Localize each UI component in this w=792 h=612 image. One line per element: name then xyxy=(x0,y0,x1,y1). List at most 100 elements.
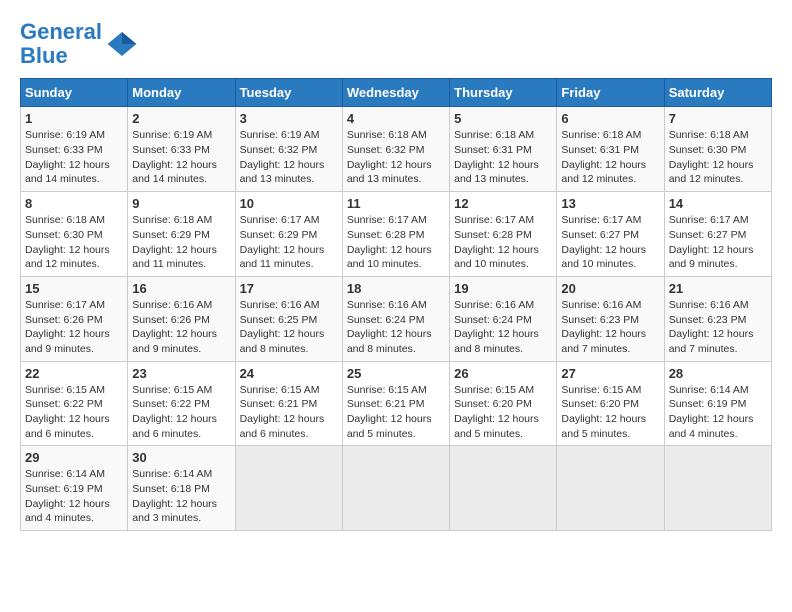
day-info: Sunrise: 6:16 AMSunset: 6:23 PMDaylight:… xyxy=(669,298,767,357)
day-number: 21 xyxy=(669,281,767,296)
column-header-sunday: Sunday xyxy=(21,79,128,107)
calendar-cell xyxy=(557,446,664,531)
calendar-cell: 30 Sunrise: 6:14 AMSunset: 6:18 PMDaylig… xyxy=(128,446,235,531)
logo-text: GeneralBlue xyxy=(20,20,102,68)
day-info: Sunrise: 6:15 AMSunset: 6:21 PMDaylight:… xyxy=(240,383,338,442)
calendar-cell: 10 Sunrise: 6:17 AMSunset: 6:29 PMDaylig… xyxy=(235,192,342,277)
calendar-cell: 15 Sunrise: 6:17 AMSunset: 6:26 PMDaylig… xyxy=(21,276,128,361)
day-number: 3 xyxy=(240,111,338,126)
day-info: Sunrise: 6:18 AMSunset: 6:30 PMDaylight:… xyxy=(25,213,123,272)
calendar-cell: 8 Sunrise: 6:18 AMSunset: 6:30 PMDayligh… xyxy=(21,192,128,277)
column-header-tuesday: Tuesday xyxy=(235,79,342,107)
calendar-cell: 27 Sunrise: 6:15 AMSunset: 6:20 PMDaylig… xyxy=(557,361,664,446)
calendar-cell: 3 Sunrise: 6:19 AMSunset: 6:32 PMDayligh… xyxy=(235,107,342,192)
calendar-header-row: SundayMondayTuesdayWednesdayThursdayFrid… xyxy=(21,79,772,107)
day-info: Sunrise: 6:17 AMSunset: 6:28 PMDaylight:… xyxy=(347,213,445,272)
day-number: 11 xyxy=(347,196,445,211)
calendar-cell: 12 Sunrise: 6:17 AMSunset: 6:28 PMDaylig… xyxy=(450,192,557,277)
day-info: Sunrise: 6:14 AMSunset: 6:19 PMDaylight:… xyxy=(669,383,767,442)
day-number: 25 xyxy=(347,366,445,381)
day-number: 27 xyxy=(561,366,659,381)
calendar-cell: 1 Sunrise: 6:19 AMSunset: 6:33 PMDayligh… xyxy=(21,107,128,192)
calendar-body: 1 Sunrise: 6:19 AMSunset: 6:33 PMDayligh… xyxy=(21,107,772,531)
calendar-cell: 13 Sunrise: 6:17 AMSunset: 6:27 PMDaylig… xyxy=(557,192,664,277)
day-number: 18 xyxy=(347,281,445,296)
day-info: Sunrise: 6:17 AMSunset: 6:27 PMDaylight:… xyxy=(669,213,767,272)
day-number: 24 xyxy=(240,366,338,381)
calendar-cell: 11 Sunrise: 6:17 AMSunset: 6:28 PMDaylig… xyxy=(342,192,449,277)
calendar-cell: 16 Sunrise: 6:16 AMSunset: 6:26 PMDaylig… xyxy=(128,276,235,361)
week-row: 8 Sunrise: 6:18 AMSunset: 6:30 PMDayligh… xyxy=(21,192,772,277)
day-number: 30 xyxy=(132,450,230,465)
calendar-cell: 29 Sunrise: 6:14 AMSunset: 6:19 PMDaylig… xyxy=(21,446,128,531)
calendar-cell: 24 Sunrise: 6:15 AMSunset: 6:21 PMDaylig… xyxy=(235,361,342,446)
day-number: 17 xyxy=(240,281,338,296)
calendar-cell: 7 Sunrise: 6:18 AMSunset: 6:30 PMDayligh… xyxy=(664,107,771,192)
calendar-cell xyxy=(450,446,557,531)
day-number: 8 xyxy=(25,196,123,211)
calendar-cell: 20 Sunrise: 6:16 AMSunset: 6:23 PMDaylig… xyxy=(557,276,664,361)
day-info: Sunrise: 6:18 AMSunset: 6:31 PMDaylight:… xyxy=(561,128,659,187)
calendar-cell: 28 Sunrise: 6:14 AMSunset: 6:19 PMDaylig… xyxy=(664,361,771,446)
day-number: 6 xyxy=(561,111,659,126)
column-header-friday: Friday xyxy=(557,79,664,107)
calendar-cell: 19 Sunrise: 6:16 AMSunset: 6:24 PMDaylig… xyxy=(450,276,557,361)
calendar-cell xyxy=(342,446,449,531)
column-header-thursday: Thursday xyxy=(450,79,557,107)
day-number: 9 xyxy=(132,196,230,211)
day-info: Sunrise: 6:17 AMSunset: 6:27 PMDaylight:… xyxy=(561,213,659,272)
calendar-cell: 25 Sunrise: 6:15 AMSunset: 6:21 PMDaylig… xyxy=(342,361,449,446)
day-info: Sunrise: 6:18 AMSunset: 6:31 PMDaylight:… xyxy=(454,128,552,187)
day-number: 23 xyxy=(132,366,230,381)
day-number: 14 xyxy=(669,196,767,211)
column-header-monday: Monday xyxy=(128,79,235,107)
day-info: Sunrise: 6:14 AMSunset: 6:19 PMDaylight:… xyxy=(25,467,123,526)
calendar-cell: 23 Sunrise: 6:15 AMSunset: 6:22 PMDaylig… xyxy=(128,361,235,446)
column-header-wednesday: Wednesday xyxy=(342,79,449,107)
week-row: 29 Sunrise: 6:14 AMSunset: 6:19 PMDaylig… xyxy=(21,446,772,531)
day-info: Sunrise: 6:17 AMSunset: 6:26 PMDaylight:… xyxy=(25,298,123,357)
calendar-cell: 6 Sunrise: 6:18 AMSunset: 6:31 PMDayligh… xyxy=(557,107,664,192)
day-info: Sunrise: 6:16 AMSunset: 6:26 PMDaylight:… xyxy=(132,298,230,357)
calendar-cell: 22 Sunrise: 6:15 AMSunset: 6:22 PMDaylig… xyxy=(21,361,128,446)
day-info: Sunrise: 6:19 AMSunset: 6:33 PMDaylight:… xyxy=(132,128,230,187)
day-info: Sunrise: 6:19 AMSunset: 6:33 PMDaylight:… xyxy=(25,128,123,187)
calendar-cell: 2 Sunrise: 6:19 AMSunset: 6:33 PMDayligh… xyxy=(128,107,235,192)
day-info: Sunrise: 6:18 AMSunset: 6:29 PMDaylight:… xyxy=(132,213,230,272)
day-number: 29 xyxy=(25,450,123,465)
week-row: 22 Sunrise: 6:15 AMSunset: 6:22 PMDaylig… xyxy=(21,361,772,446)
day-number: 13 xyxy=(561,196,659,211)
day-info: Sunrise: 6:18 AMSunset: 6:32 PMDaylight:… xyxy=(347,128,445,187)
day-info: Sunrise: 6:17 AMSunset: 6:28 PMDaylight:… xyxy=(454,213,552,272)
calendar-cell xyxy=(664,446,771,531)
day-info: Sunrise: 6:15 AMSunset: 6:20 PMDaylight:… xyxy=(454,383,552,442)
day-info: Sunrise: 6:15 AMSunset: 6:21 PMDaylight:… xyxy=(347,383,445,442)
day-number: 5 xyxy=(454,111,552,126)
day-number: 1 xyxy=(25,111,123,126)
day-info: Sunrise: 6:19 AMSunset: 6:32 PMDaylight:… xyxy=(240,128,338,187)
calendar-cell: 26 Sunrise: 6:15 AMSunset: 6:20 PMDaylig… xyxy=(450,361,557,446)
calendar-cell: 18 Sunrise: 6:16 AMSunset: 6:24 PMDaylig… xyxy=(342,276,449,361)
page-header: GeneralBlue xyxy=(20,20,772,68)
day-number: 7 xyxy=(669,111,767,126)
day-info: Sunrise: 6:17 AMSunset: 6:29 PMDaylight:… xyxy=(240,213,338,272)
day-info: Sunrise: 6:16 AMSunset: 6:25 PMDaylight:… xyxy=(240,298,338,357)
calendar-cell: 17 Sunrise: 6:16 AMSunset: 6:25 PMDaylig… xyxy=(235,276,342,361)
calendar-cell: 4 Sunrise: 6:18 AMSunset: 6:32 PMDayligh… xyxy=(342,107,449,192)
day-number: 26 xyxy=(454,366,552,381)
week-row: 15 Sunrise: 6:17 AMSunset: 6:26 PMDaylig… xyxy=(21,276,772,361)
calendar-cell: 5 Sunrise: 6:18 AMSunset: 6:31 PMDayligh… xyxy=(450,107,557,192)
day-info: Sunrise: 6:16 AMSunset: 6:23 PMDaylight:… xyxy=(561,298,659,357)
day-number: 15 xyxy=(25,281,123,296)
calendar-cell: 21 Sunrise: 6:16 AMSunset: 6:23 PMDaylig… xyxy=(664,276,771,361)
day-number: 28 xyxy=(669,366,767,381)
day-number: 16 xyxy=(132,281,230,296)
calendar-cell xyxy=(235,446,342,531)
day-info: Sunrise: 6:14 AMSunset: 6:18 PMDaylight:… xyxy=(132,467,230,526)
week-row: 1 Sunrise: 6:19 AMSunset: 6:33 PMDayligh… xyxy=(21,107,772,192)
logo-icon xyxy=(106,28,138,60)
day-number: 22 xyxy=(25,366,123,381)
column-header-saturday: Saturday xyxy=(664,79,771,107)
calendar-cell: 9 Sunrise: 6:18 AMSunset: 6:29 PMDayligh… xyxy=(128,192,235,277)
day-number: 10 xyxy=(240,196,338,211)
